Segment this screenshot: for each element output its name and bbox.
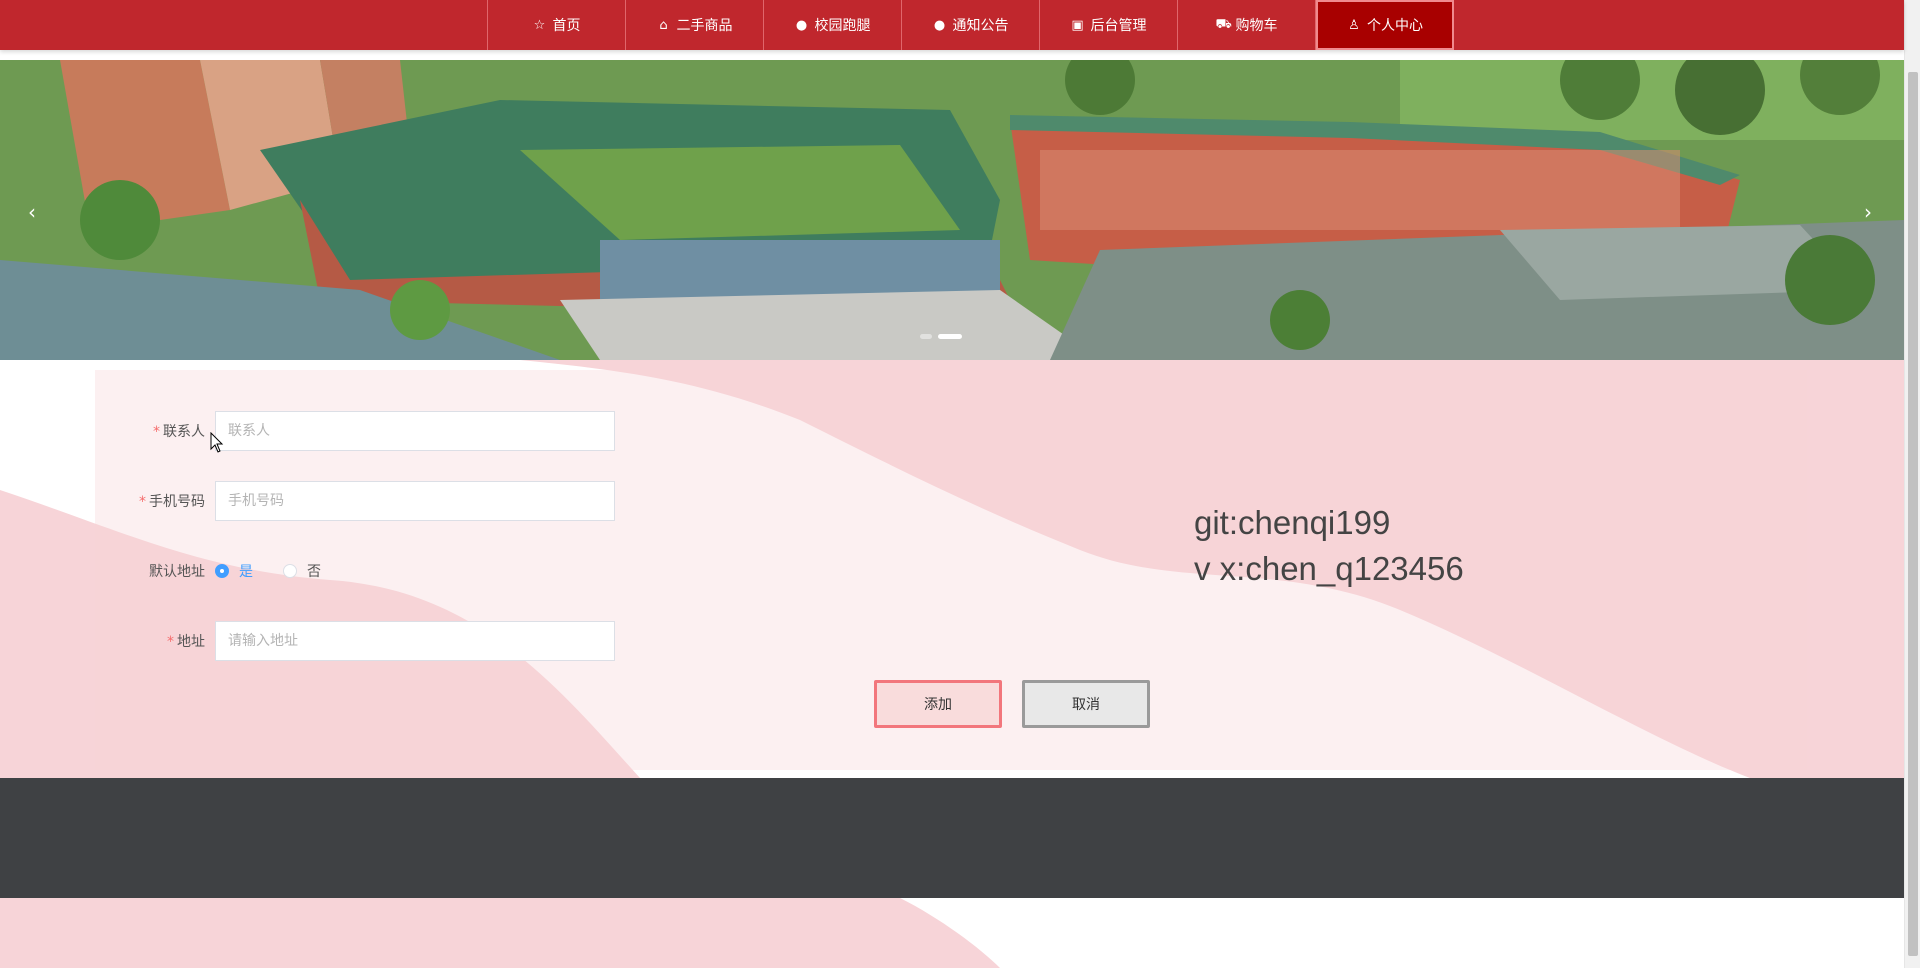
address-form-section: *联系人 *手机号码 默认地址 是 否 *地址 添加 取消 git:chenqi… bbox=[0, 360, 1904, 778]
radio-circle bbox=[283, 564, 297, 578]
nav-menu: ☆ 首页 ⌂ 二手商品 ● 校园跑腿 ● 通知公告 ▣ 后台管理 ⛟ 购物车 ♙… bbox=[487, 0, 1454, 50]
radio-yes-label: 是 bbox=[239, 564, 253, 580]
nav-item-home[interactable]: ☆ 首页 bbox=[488, 0, 626, 50]
watermark-line-wx: v x:chen_q123456 bbox=[1194, 550, 1464, 587]
page-scrollbar[interactable] bbox=[1904, 0, 1920, 968]
carousel-prev-button[interactable]: ‹ bbox=[22, 200, 42, 224]
phone-label: * 手机号码 bbox=[139, 494, 205, 510]
nav-item-errand[interactable]: ● 校园跑腿 bbox=[764, 0, 902, 50]
carousel-next-button[interactable]: › bbox=[1858, 200, 1878, 224]
clipboard-icon: ▣ bbox=[1071, 17, 1084, 33]
campus-banner-image bbox=[0, 60, 1904, 360]
nav-item-label: 首页 bbox=[552, 18, 581, 34]
nav-item-second-hand[interactable]: ⌂ 二手商品 bbox=[626, 0, 764, 50]
nav-item-label: 校园跑腿 bbox=[814, 18, 871, 34]
radio-no-label: 否 bbox=[307, 564, 321, 580]
address-label: * 地址 bbox=[167, 634, 205, 650]
user-icon: ♙ bbox=[1348, 17, 1360, 33]
campus-banner-carousel[interactable]: ‹ › bbox=[0, 60, 1904, 360]
nav-item-label: 个人中心 bbox=[1367, 18, 1423, 34]
carousel-dot-active[interactable] bbox=[938, 334, 962, 339]
carousel-dot[interactable] bbox=[920, 334, 932, 339]
nav-item-cart[interactable]: ⛟ 购物车 bbox=[1178, 0, 1316, 50]
nav-item-admin[interactable]: ▣ 后台管理 bbox=[1040, 0, 1178, 50]
phone-input[interactable] bbox=[215, 481, 615, 521]
form-row-default-address: 默认地址 是 否 bbox=[95, 551, 351, 591]
form-row-contact: * 联系人 bbox=[95, 411, 615, 451]
star-icon: ☆ bbox=[533, 17, 546, 33]
nav-item-label: 二手商品 bbox=[676, 18, 733, 34]
bottom-pink-wave bbox=[0, 898, 1000, 968]
nav-item-label: 购物车 bbox=[1235, 18, 1278, 34]
radio-circle-checked bbox=[215, 564, 229, 578]
nav-item-label: 通知公告 bbox=[952, 18, 1009, 34]
footer bbox=[0, 778, 1904, 898]
watermark-line-git: git:chenqi199 bbox=[1194, 504, 1391, 541]
nav-item-label: 后台管理 bbox=[1090, 18, 1147, 34]
contact-input[interactable] bbox=[215, 411, 615, 451]
add-button[interactable]: 添加 bbox=[874, 680, 1002, 728]
bag-icon: ⌂ bbox=[659, 17, 668, 33]
mouse-cursor-icon bbox=[210, 432, 224, 453]
top-navbar: ☆ 首页 ⌂ 二手商品 ● 校园跑腿 ● 通知公告 ▣ 后台管理 ⛟ 购物车 ♙… bbox=[0, 0, 1904, 50]
form-row-phone: * 手机号码 bbox=[95, 481, 615, 521]
scrollbar-thumb[interactable] bbox=[1908, 72, 1918, 956]
default-address-label: 默认地址 bbox=[149, 564, 205, 580]
carousel-indicator bbox=[920, 334, 962, 339]
address-input[interactable] bbox=[215, 621, 615, 661]
radio-no[interactable]: 否 bbox=[283, 561, 321, 581]
cart-icon: ⛟ bbox=[1215, 16, 1232, 32]
bottom-wave-area bbox=[0, 898, 1904, 968]
default-address-radio-group: 是 否 bbox=[215, 551, 351, 591]
cancel-button[interactable]: 取消 bbox=[1022, 680, 1150, 728]
radio-yes[interactable]: 是 bbox=[215, 561, 253, 581]
info-icon: ● bbox=[795, 17, 808, 33]
form-row-address: * 地址 bbox=[95, 621, 615, 661]
question-icon: ● bbox=[933, 17, 946, 33]
nav-item-profile[interactable]: ♙ 个人中心 bbox=[1316, 0, 1454, 50]
contact-label: * 联系人 bbox=[153, 424, 205, 440]
watermark-text: git:chenqi199 v x:chen_q123456 bbox=[1194, 500, 1464, 592]
nav-item-notice[interactable]: ● 通知公告 bbox=[902, 0, 1040, 50]
